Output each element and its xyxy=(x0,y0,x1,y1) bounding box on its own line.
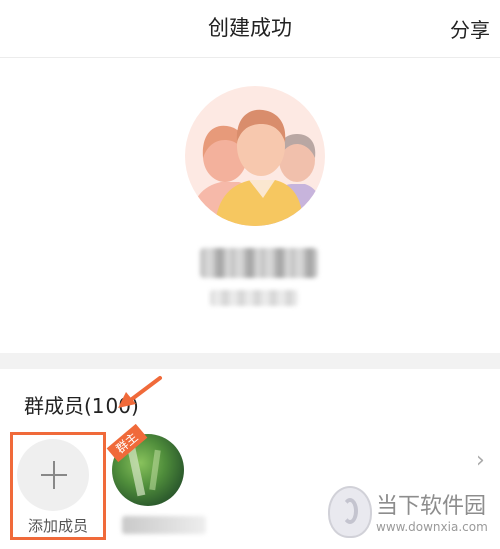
group-avatar-icon xyxy=(185,86,325,226)
watermark-logo-icon xyxy=(328,486,372,538)
watermark-title: 当下软件园 xyxy=(376,494,487,519)
add-member-button[interactable]: 添加成员 xyxy=(10,432,106,540)
section-divider xyxy=(0,353,500,369)
annotation-arrow-icon xyxy=(118,376,162,408)
members-title-label: 群成员(1 xyxy=(24,394,105,418)
page-title: 创建成功 xyxy=(208,16,292,40)
share-button[interactable]: 分享 xyxy=(450,14,490,43)
chevron-right-icon[interactable]: › xyxy=(476,448,485,473)
group-id-blurred xyxy=(210,290,298,306)
watermark: 当下软件园 www.downxia.com xyxy=(328,486,496,544)
group-name-blurred xyxy=(200,248,318,278)
header-bar: 创建成功 分享 xyxy=(0,0,500,58)
plus-icon[interactable] xyxy=(17,439,89,511)
watermark-url: www.downxia.com xyxy=(376,520,488,534)
member-name-blurred xyxy=(122,516,206,534)
add-member-label: 添加成员 xyxy=(27,517,88,535)
